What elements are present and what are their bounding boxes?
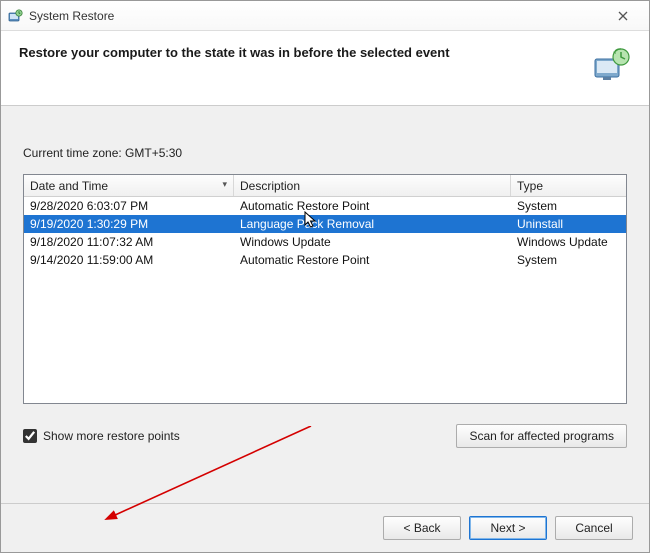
dialog-content: Current time zone: GMT+5:30 Date and Tim… [1,106,649,503]
column-header-type[interactable]: Type [511,175,626,196]
table-body: 9/28/2020 6:03:07 PMAutomatic Restore Po… [24,197,626,403]
cell-description: Automatic Restore Point [234,198,511,214]
table-header-row: Date and Time ▾ Description Type [24,175,626,197]
timezone-label: Current time zone: GMT+5:30 [23,146,627,160]
dialog-header: Restore your computer to the state it wa… [1,31,649,106]
cancel-button[interactable]: Cancel [555,516,633,540]
cell-type: System [511,252,626,268]
column-header-datetime[interactable]: Date and Time ▾ [24,175,234,196]
table-row[interactable]: 9/14/2020 11:59:00 AMAutomatic Restore P… [24,251,626,269]
cell-type: Uninstall [511,216,626,232]
scan-affected-button[interactable]: Scan for affected programs [456,424,627,448]
show-more-checkbox[interactable] [23,429,37,443]
table-row[interactable]: 9/28/2020 6:03:07 PMAutomatic Restore Po… [24,197,626,215]
column-header-description-label: Description [240,179,300,193]
dialog-headline: Restore your computer to the state it wa… [19,45,591,60]
cell-description: Automatic Restore Point [234,252,511,268]
restore-points-table: Date and Time ▾ Description Type 9/28/20… [23,174,627,404]
cell-datetime: 9/19/2020 1:30:29 PM [24,216,234,232]
window-title: System Restore [29,9,603,23]
table-row[interactable]: 9/19/2020 1:30:29 PMLanguage Pack Remova… [24,215,626,233]
back-button[interactable]: < Back [383,516,461,540]
close-button[interactable] [603,5,643,27]
show-more-label: Show more restore points [43,429,180,443]
cell-description: Windows Update [234,234,511,250]
show-more-checkbox-wrap[interactable]: Show more restore points [23,429,456,443]
bottom-bar: Show more restore points Scan for affect… [23,424,627,448]
cell-datetime: 9/14/2020 11:59:00 AM [24,252,234,268]
dialog-footer: < Back Next > Cancel [1,503,649,552]
cell-type: System [511,198,626,214]
cell-description: Language Pack Removal [234,216,511,232]
column-header-description[interactable]: Description [234,175,511,196]
titlebar: System Restore [1,1,649,31]
next-button[interactable]: Next > [469,516,547,540]
system-restore-icon [7,8,23,24]
column-header-type-label: Type [517,179,543,193]
system-restore-window: System Restore Restore your computer to … [0,0,650,553]
column-header-datetime-label: Date and Time [30,179,108,193]
sort-desc-icon: ▾ [222,179,227,190]
cell-type: Windows Update [511,234,626,250]
system-restore-banner-icon [591,45,631,85]
cell-datetime: 9/28/2020 6:03:07 PM [24,198,234,214]
table-row[interactable]: 9/18/2020 11:07:32 AMWindows UpdateWindo… [24,233,626,251]
cell-datetime: 9/18/2020 11:07:32 AM [24,234,234,250]
